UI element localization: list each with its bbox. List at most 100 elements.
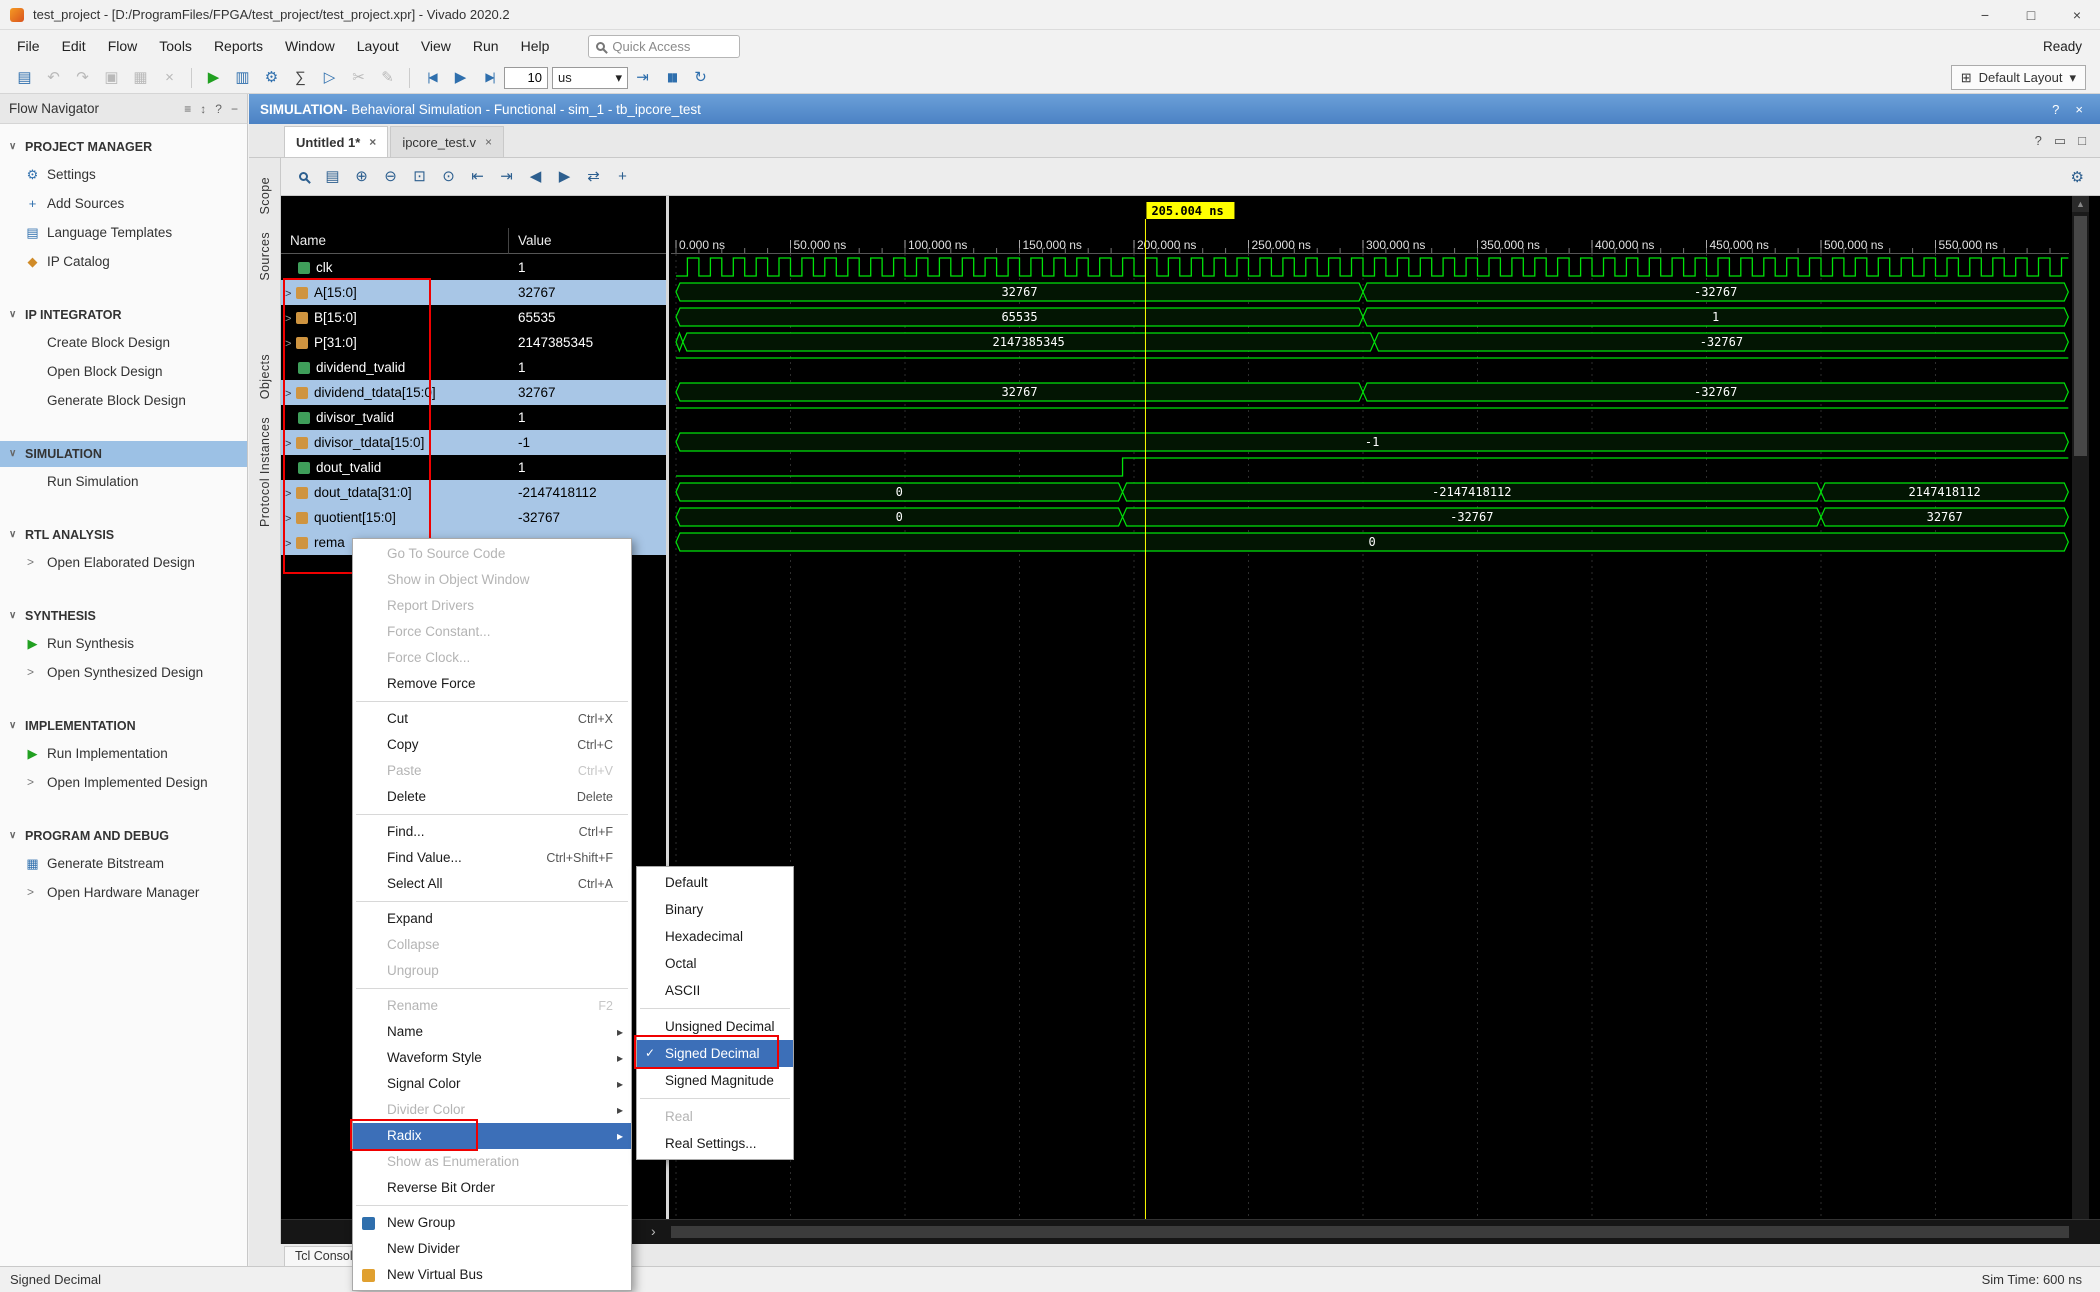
menu-delete[interactable]: DeleteDelete xyxy=(353,784,631,810)
menu-new-divider[interactable]: New Divider xyxy=(353,1236,631,1262)
sidebar-item-run-implementation[interactable]: ▶Run Implementation xyxy=(0,739,247,768)
menu-name[interactable]: Name xyxy=(353,1019,631,1045)
menu-reverse-bit-order[interactable]: Reverse Bit Order xyxy=(353,1175,631,1201)
save-waveform-icon[interactable]: ▤ xyxy=(319,163,346,190)
banner-help-icon[interactable]: ? xyxy=(2052,102,2059,117)
menu-find[interactable]: Find...Ctrl+F xyxy=(353,819,631,845)
sim-relaunch-icon[interactable]: ↻ xyxy=(688,65,713,90)
go-to-end-icon[interactable]: ⇥ xyxy=(493,163,520,190)
menu-waveform-style[interactable]: Waveform Style xyxy=(353,1045,631,1071)
panel-help-icon[interactable]: ? xyxy=(2035,133,2042,149)
expand-arrow-icon[interactable] xyxy=(281,284,294,302)
tab-ipcore-test-v[interactable]: ipcore_test.v × xyxy=(390,126,504,157)
expand-arrow-icon[interactable] xyxy=(281,484,294,502)
expand-arrow-icon[interactable] xyxy=(281,334,294,352)
sim-run-for-icon[interactable]: ▶| xyxy=(477,65,502,90)
expand-arrow-icon[interactable] xyxy=(281,434,294,452)
sim-time-input[interactable] xyxy=(504,67,548,89)
menu-edit[interactable]: Edit xyxy=(51,33,97,59)
sidebar-item-create-block-design[interactable]: Create Block Design xyxy=(0,328,247,357)
quick-access-search[interactable]: Quick Access xyxy=(588,35,740,58)
maximize-button[interactable]: □ xyxy=(2008,0,2054,30)
delete-icon[interactable]: × xyxy=(157,65,182,90)
section-implementation[interactable]: IMPLEMENTATION xyxy=(0,713,247,739)
tab-scope[interactable]: Scope xyxy=(258,177,272,214)
panel-maximize-icon[interactable]: □ xyxy=(2078,133,2086,149)
section-program-and-debug[interactable]: PROGRAM AND DEBUG xyxy=(0,823,247,849)
cut-icon[interactable]: ✂ xyxy=(346,65,371,90)
menu-new-virtual-bus[interactable]: New Virtual Bus xyxy=(353,1262,631,1288)
sidebar-item-settings[interactable]: ⚙Settings xyxy=(0,160,247,189)
wave-settings-gear-icon[interactable]: ⚙ xyxy=(2071,168,2084,186)
signal-value[interactable]: -1 xyxy=(509,430,666,455)
menu-signal-color[interactable]: Signal Color xyxy=(353,1071,631,1097)
menu-copy[interactable]: CopyCtrl+C xyxy=(353,732,631,758)
add-marker-icon[interactable]: + xyxy=(609,163,636,190)
minimize-button[interactable]: − xyxy=(1962,0,2008,30)
scroll-up-icon[interactable]: ▲ xyxy=(2072,196,2089,212)
tab-objects[interactable]: Objects xyxy=(258,354,272,399)
tab-close-icon[interactable]: × xyxy=(369,127,376,158)
sidebar-item-run-synthesis[interactable]: ▶Run Synthesis xyxy=(0,629,247,658)
time-unit-select[interactable]: us ▾ xyxy=(552,67,628,89)
signal-row-quotient[interactable]: quotient[15:0] xyxy=(281,505,509,530)
radix-unsigned-decimal[interactable]: Unsigned Decimal xyxy=(637,1013,793,1040)
radix-signed-decimal[interactable]: Signed Decimal xyxy=(637,1040,793,1067)
redo-icon[interactable]: ↷ xyxy=(70,65,95,90)
run-icon[interactable]: ▶ xyxy=(201,65,226,90)
zoom-to-cursor-icon[interactable]: ⊙ xyxy=(435,163,462,190)
section-project-manager[interactable]: PROJECT MANAGER xyxy=(0,134,247,160)
close-button[interactable]: × xyxy=(2054,0,2100,30)
signal-row-dividend-tdata[interactable]: dividend_tdata[15:0] xyxy=(281,380,509,405)
scrollbar-thumb[interactable] xyxy=(2074,216,2087,456)
paste-icon[interactable]: ▦ xyxy=(128,65,153,90)
menu-new-group[interactable]: New Group xyxy=(353,1210,631,1236)
section-synthesis[interactable]: SYNTHESIS xyxy=(0,603,247,629)
resize-icon[interactable]: ↕ xyxy=(200,102,206,116)
play-outline-icon[interactable]: ▷ xyxy=(317,65,342,90)
menu-flow[interactable]: Flow xyxy=(97,33,149,59)
expand-arrow-icon[interactable] xyxy=(281,309,294,327)
section-simulation[interactable]: SIMULATION xyxy=(0,441,247,467)
tab-protocol-instances[interactable]: Protocol Instances xyxy=(258,417,272,527)
zoom-out-icon[interactable]: ⊖ xyxy=(377,163,404,190)
menu-select-all[interactable]: Select AllCtrl+A xyxy=(353,871,631,897)
open-hw-target-icon[interactable]: ▥ xyxy=(230,65,255,90)
expand-arrow-icon[interactable] xyxy=(281,384,294,402)
open-icon[interactable]: ▤ xyxy=(12,65,37,90)
sim-restart-icon[interactable]: |◀ xyxy=(419,65,444,90)
signal-value[interactable]: 32767 xyxy=(509,280,666,305)
signal-row-dout-tdata[interactable]: dout_tdata[31:0] xyxy=(281,480,509,505)
swap-cursors-icon[interactable]: ⇄ xyxy=(580,163,607,190)
signal-value[interactable]: 1 xyxy=(509,255,666,280)
sidebar-item-open-implemented-design[interactable]: Open Implemented Design xyxy=(0,768,247,797)
sim-run-all-icon[interactable]: ▶ xyxy=(448,65,473,90)
expand-arrow-icon[interactable] xyxy=(281,534,294,552)
radix-default[interactable]: Default xyxy=(637,869,793,896)
signal-row-a[interactable]: A[15:0] xyxy=(281,280,509,305)
menu-icon[interactable]: ≡ xyxy=(184,102,191,116)
splitter-right-icon[interactable]: › xyxy=(651,1223,656,1239)
signal-row-b[interactable]: B[15:0] xyxy=(281,305,509,330)
sidebar-item-generate-block-design[interactable]: Generate Block Design xyxy=(0,386,247,415)
menu-run[interactable]: Run xyxy=(462,33,510,59)
signal-value[interactable]: 2147385345 xyxy=(509,330,666,355)
sidebar-item-ip-catalog[interactable]: ◆IP Catalog xyxy=(0,247,247,276)
zoom-fit-icon[interactable]: ⊡ xyxy=(406,163,433,190)
sidebar-item-add-sources[interactable]: +Add Sources xyxy=(0,189,247,218)
menu-radix[interactable]: Radix xyxy=(353,1123,631,1149)
signal-value[interactable]: 32767 xyxy=(509,380,666,405)
radix-real-settings[interactable]: Real Settings... xyxy=(637,1130,793,1157)
gear-icon[interactable]: ⚙ xyxy=(259,65,284,90)
signal-value[interactable]: 1 xyxy=(509,355,666,380)
menu-tools[interactable]: Tools xyxy=(148,33,203,59)
signal-value[interactable]: 1 xyxy=(509,405,666,430)
panel-float-icon[interactable]: ▭ xyxy=(2054,133,2066,149)
radix-hexadecimal[interactable]: Hexadecimal xyxy=(637,923,793,950)
tab-untitled-1[interactable]: Untitled 1* × xyxy=(284,126,388,157)
signal-row-dividend-tvalid[interactable]: dividend_tvalid xyxy=(281,355,509,380)
signal-value[interactable]: 1 xyxy=(509,455,666,480)
layout-select[interactable]: ⊞ Default Layout ▾ xyxy=(1951,65,2086,90)
radix-signed-magnitude[interactable]: Signed Magnitude xyxy=(637,1067,793,1094)
copy-icon[interactable]: ▣ xyxy=(99,65,124,90)
